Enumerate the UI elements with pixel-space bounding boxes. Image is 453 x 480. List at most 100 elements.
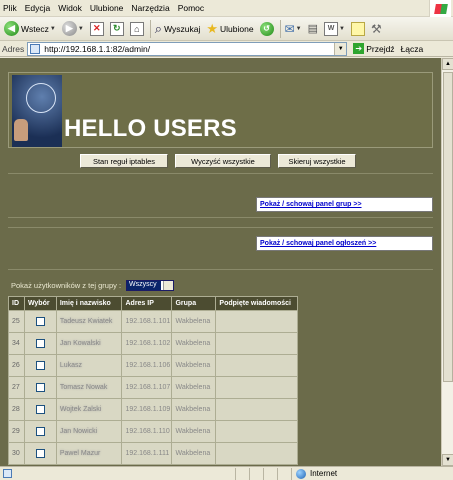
table-row: 28 Wojtek Zalski 192.168.1.109 Wakbelena xyxy=(8,398,298,421)
divider xyxy=(8,227,433,228)
home-button[interactable]: ⌂ xyxy=(128,19,146,39)
tool-button[interactable]: ⚒ xyxy=(369,19,384,39)
mail-button[interactable]: ✉ ▼ xyxy=(283,19,304,39)
browser-toolbar: ◀ Wstecz ▼ ▶ ▼ ✕ ↻ ⌂ ⌕ Wyszukaj ★ Ulubio… xyxy=(0,17,453,41)
wrench-icon: ⚒ xyxy=(370,21,382,36)
links-button[interactable]: Łącza xyxy=(401,44,424,54)
star-icon: ★ xyxy=(206,20,219,36)
row-select xyxy=(23,442,57,465)
forward-button[interactable]: ▶ ▼ xyxy=(60,19,86,39)
favorites-label: Ulubione xyxy=(220,23,254,34)
iptables-status-button[interactable]: Stan reguł iptables xyxy=(80,154,168,168)
action-buttons: Stan reguł iptables Wyczyść wszystkie Sk… xyxy=(80,154,356,168)
row-name: Lukasz xyxy=(55,354,123,377)
security-zone: Internet xyxy=(292,468,453,479)
group-filter: Pokaż użytkowników z tej grupy : Wszyscy… xyxy=(11,280,175,291)
row-id: 30 xyxy=(8,442,25,465)
note-icon xyxy=(350,21,365,36)
edit-icon: W xyxy=(324,21,338,36)
search-button[interactable]: ⌕ Wyszukaj xyxy=(153,19,203,39)
status-cell xyxy=(278,467,292,480)
discuss-button[interactable] xyxy=(349,19,367,39)
row-checkbox[interactable] xyxy=(35,339,45,348)
refresh-button[interactable]: ↻ xyxy=(108,19,126,39)
edit-button[interactable]: W ▼ xyxy=(322,19,347,39)
row-checkbox[interactable] xyxy=(35,405,45,414)
table-row: 34 Jan Kowalski 192.168.1.102 Wakbelena xyxy=(8,332,298,355)
table-row: 26 Lukasz 192.168.1.106 Wakbelena xyxy=(8,354,298,377)
back-dropdown-icon[interactable]: ▼ xyxy=(50,26,56,32)
row-ip: 192.168.1.101 xyxy=(121,310,173,333)
favorites-button[interactable]: ★ Ulubione xyxy=(204,19,255,39)
menu-view[interactable]: Widok xyxy=(58,3,82,13)
toggle-notices-panel-link[interactable]: Pokaż / schowaj panel ogłoszeń >> xyxy=(256,236,433,251)
col-group: Grupa xyxy=(171,296,217,311)
back-button[interactable]: ◀ Wstecz ▼ xyxy=(2,19,58,39)
row-checkbox[interactable] xyxy=(35,449,45,458)
row-checkbox[interactable] xyxy=(35,383,45,392)
address-input[interactable]: http://192.168.1.1:82/admin/ ▼ xyxy=(27,41,348,56)
history-button[interactable]: ↺ xyxy=(258,19,276,39)
select-dropdown-icon[interactable]: ▼ xyxy=(163,281,174,290)
row-group: Wakbelena xyxy=(171,398,217,421)
col-name: Imię i nazwisko xyxy=(55,296,123,311)
row-checkbox[interactable] xyxy=(35,427,45,436)
row-group: Wakbelena xyxy=(171,354,217,377)
row-ip: 192.168.1.102 xyxy=(121,332,173,355)
zone-label: Internet xyxy=(310,469,338,478)
row-id: 28 xyxy=(8,398,25,421)
go-label: Przejdź xyxy=(366,43,395,54)
row-ip: 192.168.1.110 xyxy=(121,420,173,443)
history-icon: ↺ xyxy=(259,21,274,36)
clear-all-button[interactable]: Wyczyść wszystkie xyxy=(175,154,271,168)
divider xyxy=(8,173,433,174)
row-select xyxy=(23,332,57,355)
header-banner: HELLO USERS xyxy=(8,72,433,148)
table-header-row: ID Wybór Imię i nazwisko Adres IP Grupa … xyxy=(8,296,298,311)
menu-edit[interactable]: Edycja xyxy=(25,3,51,13)
address-url[interactable]: http://192.168.1.1:82/admin/ xyxy=(44,44,150,54)
row-ip: 192.168.1.109 xyxy=(121,398,173,421)
print-button[interactable]: ▤ xyxy=(306,19,320,39)
menu-tools[interactable]: Narzędzia xyxy=(131,3,169,13)
stop-button[interactable]: ✕ xyxy=(88,19,106,39)
row-id: 26 xyxy=(8,354,25,377)
row-id: 34 xyxy=(8,332,25,355)
address-label: Adres xyxy=(2,43,25,54)
address-bar: Adres http://192.168.1.1:82/admin/ ▼ ➔ P… xyxy=(0,41,453,57)
row-checkbox[interactable] xyxy=(35,317,45,326)
table-row: 29 Jan Nowicki 192.168.1.110 Wakbelena xyxy=(8,420,298,443)
banner-hand xyxy=(14,119,28,141)
edit-dropdown-icon[interactable]: ▼ xyxy=(339,26,345,32)
menu-favorites[interactable]: Ulubione xyxy=(90,3,124,13)
back-arrow-icon: ◀ xyxy=(4,21,19,36)
table-row: 25 Tadeusz Kwiatek 192.168.1.101 Wakbelena xyxy=(8,310,298,333)
globe-icon xyxy=(296,468,306,479)
status-cell xyxy=(236,467,250,480)
go-button[interactable]: ➔ Przejdź xyxy=(353,43,395,54)
menu-file[interactable]: Plik xyxy=(3,3,17,13)
scroll-up-icon[interactable]: ▲ xyxy=(442,58,453,70)
forward-arrow-icon: ▶ xyxy=(61,21,77,36)
search-label: Wyszukaj xyxy=(164,23,201,34)
row-id: 27 xyxy=(8,376,25,399)
redirect-all-button[interactable]: Skieruj wszystkie xyxy=(278,154,356,168)
table-row: 27 Tomasz Nowak 192.168.1.107 Wakbelena xyxy=(8,376,298,399)
refresh-icon: ↻ xyxy=(109,21,124,36)
address-dropdown-icon[interactable]: ▼ xyxy=(334,42,347,55)
row-checkbox[interactable] xyxy=(35,361,45,370)
vertical-scrollbar[interactable]: ▲ ▼ xyxy=(441,58,453,466)
row-select xyxy=(23,420,57,443)
scroll-down-icon[interactable]: ▼ xyxy=(442,454,453,466)
col-id: ID xyxy=(8,296,25,311)
toggle-groups-panel-link[interactable]: Pokaż / schowaj panel grup >> xyxy=(256,197,433,212)
row-id: 29 xyxy=(8,420,25,443)
group-select[interactable]: Wszyscy ▼ xyxy=(126,280,175,291)
scroll-thumb[interactable] xyxy=(443,72,453,382)
row-messages xyxy=(215,398,298,421)
forward-dropdown-icon[interactable]: ▼ xyxy=(78,26,84,32)
mail-dropdown-icon[interactable]: ▼ xyxy=(296,26,302,32)
menu-help[interactable]: Pomoc xyxy=(178,3,204,13)
row-messages xyxy=(215,332,298,355)
row-name: Jan Nowicki xyxy=(55,420,123,443)
